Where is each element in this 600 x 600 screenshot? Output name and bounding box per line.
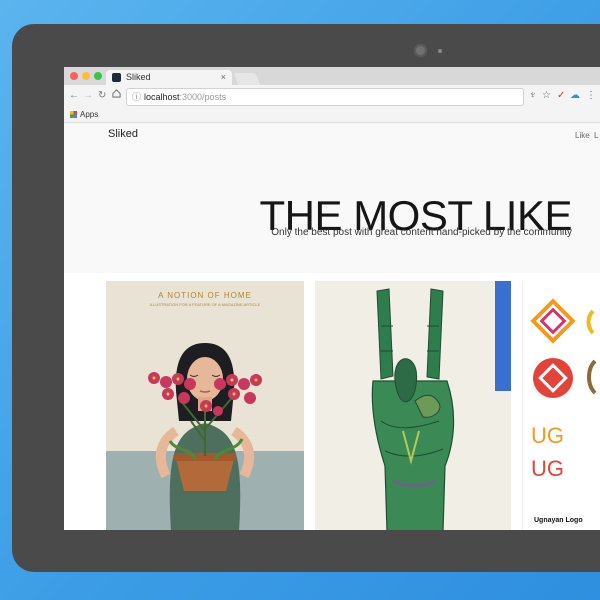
tab-sliked[interactable]: Sliked × [106, 70, 232, 85]
post-card[interactable]: UG UG Ugnayan Logo [522, 281, 600, 530]
web-page: Sliked Like L THE MOST LIKE Only the bes… [64, 123, 600, 530]
apps-icon[interactable] [70, 111, 77, 118]
cloud-icon[interactable]: ☁ [570, 88, 580, 104]
page-subtitle: Only the best post with great content ha… [271, 227, 572, 238]
back-icon[interactable]: ← [69, 88, 79, 104]
extension-icon[interactable]: ♆ [529, 88, 537, 104]
hand-drawing-image [315, 281, 511, 530]
tab-bar: Sliked × [64, 67, 600, 85]
apps-bookmark[interactable]: Apps [80, 107, 98, 122]
url-text: localhost:3000/posts [144, 92, 227, 102]
post-title[interactable]: Ugnayan Logo [534, 517, 583, 524]
extension-icon[interactable]: ✓ [557, 88, 565, 104]
browser-window: Sliked × ← → ↻ ⓘ localhost:3000/posts ♆ … [64, 67, 600, 530]
star-icon[interactable]: ☆ [542, 88, 551, 104]
hero-section: Sliked Like L THE MOST LIKE Only the bes… [64, 123, 600, 273]
maximize-window-icon[interactable] [94, 72, 102, 80]
close-tab-icon[interactable]: × [221, 70, 226, 85]
tab-title: Sliked [126, 72, 151, 82]
address-bar[interactable]: ⓘ localhost:3000/posts [126, 88, 524, 106]
logo-text: UG [531, 423, 564, 448]
menu-icon[interactable]: ⋮ [586, 88, 596, 104]
minimize-window-icon[interactable] [82, 72, 90, 80]
favicon-icon [112, 73, 121, 82]
info-icon[interactable]: ⓘ [132, 89, 141, 105]
post-card[interactable] [315, 281, 511, 530]
reload-icon[interactable]: ↻ [98, 88, 106, 104]
browser-toolbar: ← → ↻ ⓘ localhost:3000/posts ♆ ☆ ✓ ☁ ⋮ [64, 85, 600, 107]
logo-artwork: UG UG [530, 298, 597, 481]
camera-icon [414, 44, 427, 57]
logo-text: UG [531, 456, 564, 481]
close-window-icon[interactable] [70, 72, 78, 80]
bookmarks-bar: Apps [64, 107, 600, 123]
post-card[interactable]: A NOTION OF HOME ILLUSTRATION FOR A FEAT… [106, 281, 304, 530]
nav-link-like[interactable]: Like [575, 131, 590, 140]
forward-icon[interactable]: → [83, 88, 93, 104]
nav-link-partial[interactable]: L [594, 131, 598, 140]
site-logo[interactable]: Sliked [108, 128, 138, 140]
home-icon[interactable] [112, 88, 121, 104]
poster-illustration [106, 343, 304, 530]
new-tab-button[interactable] [233, 73, 261, 85]
sensor-icon [438, 49, 442, 53]
